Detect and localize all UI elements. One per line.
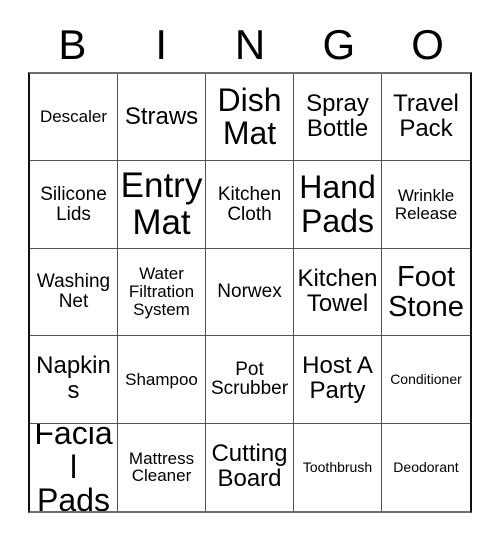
bingo-card: B I N G O Descaler Straws Dish Mat Spray Bo… xyxy=(0,0,500,544)
bingo-cell-label: Entry Mat xyxy=(120,166,203,242)
bingo-cell-label: Descaler xyxy=(39,107,108,127)
bingo-cell-label: Toothbrush xyxy=(302,459,373,476)
bingo-cell-label: Norwex xyxy=(217,281,282,303)
header-letter-b: B xyxy=(58,21,87,68)
bingo-cell[interactable]: Kitchen Towel xyxy=(294,248,382,337)
bingo-cell[interactable]: Host A Party xyxy=(294,336,382,424)
bingo-cell-label: Kitchen Towel xyxy=(297,265,378,317)
bingo-cell[interactable]: Wrinkle Release xyxy=(382,161,470,249)
bingo-cell-label: Facial Pads xyxy=(34,423,113,511)
bingo-cell-label: Pot Scrubber xyxy=(210,358,289,400)
bingo-grid: Descaler Straws Dish Mat Spray Bottle Travel… xyxy=(28,72,472,513)
header-letter-n: N xyxy=(234,21,266,68)
bingo-cell-label: Straws xyxy=(124,102,199,130)
bingo-cell[interactable]: Entry Mat xyxy=(118,161,206,249)
bingo-cell[interactable]: Pot Scrubber xyxy=(206,336,294,424)
bingo-cell[interactable]: Hand Pads xyxy=(294,161,382,249)
bingo-cell-label: Deodorant xyxy=(393,459,459,476)
bingo-cell[interactable]: Silicone Lids xyxy=(30,161,118,249)
bingo-cell[interactable]: Norwex xyxy=(206,248,294,337)
bingo-cell-label: Water Filtration System xyxy=(128,264,195,319)
bingo-cell[interactable]: Washing Net xyxy=(30,248,118,337)
bingo-cell-label: Shampoo xyxy=(125,369,198,389)
bingo-cell-label: Hand Pads xyxy=(299,169,376,239)
bingo-cell[interactable]: Deodorant xyxy=(382,423,470,511)
bingo-cell-label: Foot Stone xyxy=(388,260,464,323)
bingo-cell-label: Kitchen Cloth xyxy=(217,183,282,225)
bingo-cell[interactable]: Conditioner xyxy=(382,336,470,424)
bingo-cell-label: Cutting Board xyxy=(211,440,288,493)
bingo-cell[interactable]: Kitchen Cloth xyxy=(206,161,294,249)
bingo-cell[interactable]: Cutting Board xyxy=(206,423,294,511)
bingo-cell[interactable]: Spray Bottle xyxy=(294,74,382,162)
bingo-cell-label: Host A Party xyxy=(302,352,373,405)
bingo-cell-label: Napkins xyxy=(36,352,111,405)
bingo-cell-label: Wrinkle Release xyxy=(394,185,458,223)
bingo-cell-label: Silicone Lids xyxy=(40,183,107,225)
bingo-cell-label: Travel Pack xyxy=(393,90,459,143)
bingo-cell-label: Conditioner xyxy=(390,371,462,388)
bingo-cell-label: Mattress Cleaner xyxy=(128,448,195,486)
bingo-cell[interactable]: Travel Pack xyxy=(382,74,470,162)
bingo-cell-label: Washing Net xyxy=(36,271,111,312)
bingo-cell-label: Spray Bottle xyxy=(306,90,369,143)
bingo-cell[interactable]: Foot Stone xyxy=(382,248,470,337)
bingo-cell[interactable]: Napkins xyxy=(30,336,118,424)
bingo-cell[interactable]: Dish Mat xyxy=(206,74,294,162)
bingo-header-row: B I N G O xyxy=(28,18,472,72)
bingo-cell[interactable]: Facial Pads xyxy=(30,423,118,511)
bingo-cell[interactable]: Straws xyxy=(118,74,206,162)
bingo-cell[interactable]: Water Filtration System xyxy=(118,248,206,337)
bingo-cell-label: Dish Mat xyxy=(217,81,282,152)
bingo-cell[interactable]: Mattress Cleaner xyxy=(118,423,206,511)
bingo-cell[interactable]: Shampoo xyxy=(118,336,206,424)
header-letter-i: I xyxy=(155,21,168,68)
header-letter-o: O xyxy=(411,21,444,68)
bingo-cell[interactable]: Descaler xyxy=(30,74,118,162)
bingo-cell[interactable]: Toothbrush xyxy=(294,423,382,511)
header-letter-g: G xyxy=(322,21,356,68)
